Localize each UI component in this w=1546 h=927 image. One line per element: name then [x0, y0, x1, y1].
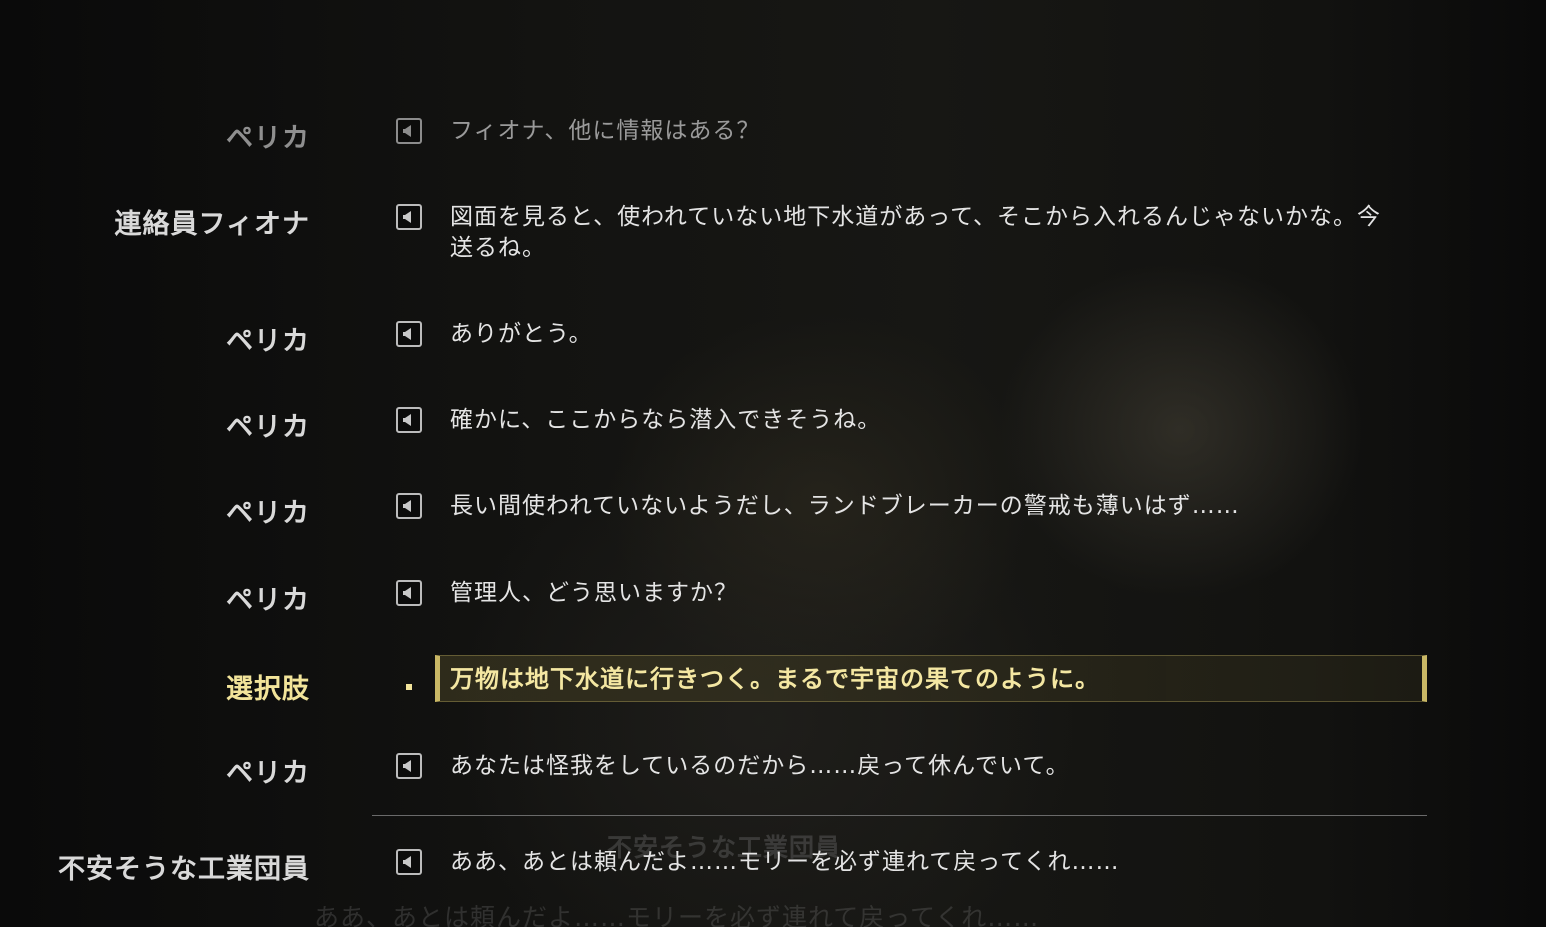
speaker-play-icon[interactable]: [396, 321, 422, 347]
speaker-play-icon[interactable]: [396, 753, 422, 779]
speaker-play-icon[interactable]: [396, 204, 422, 230]
current-line-divider: [372, 815, 1427, 816]
speaker-name: ペリカ: [226, 326, 310, 357]
speaker-play-icon[interactable]: [396, 580, 422, 606]
speaker-name: 不安そうな工業団員: [58, 854, 310, 885]
speaker-name: ペリカ: [226, 412, 310, 443]
speaker-play-icon[interactable]: [396, 493, 422, 519]
dialogue-log-screen: 不安そうな工業団員 ああ、あとは頼んだよ……モリーを必ず連れて戻ってくれ…… ペ…: [0, 0, 1546, 927]
speaker-name: ペリカ: [226, 498, 310, 529]
dialogue-line: ああ、あとは頼んだよ……モリーを必ず連れて戻ってくれ……: [450, 849, 1120, 875]
choice-label: 選択肢: [226, 674, 310, 705]
speaker-name: ペリカ: [226, 123, 310, 154]
dialogue-line: ありがとう。: [450, 321, 593, 347]
speaker-play-icon[interactable]: [396, 118, 422, 144]
speaker-name: ペリカ: [226, 585, 310, 616]
speaker-play-icon[interactable]: [396, 407, 422, 433]
speaker-name: 連絡員フィオナ: [114, 209, 310, 240]
dialogue-line: フィオナ、他に情報はある？: [450, 118, 761, 144]
dialogue-line: 図面を見ると、使われていない地下水道があって、そこから入れるんじゃないかな。今送…: [450, 204, 1381, 261]
selected-choice-text[interactable]: 万物は地下水道に行きつく。まるで宇宙の果てのように。: [450, 664, 1100, 695]
dialogue-line: 管理人、どう思いますか？: [450, 580, 738, 606]
speaker-play-icon[interactable]: [396, 849, 422, 875]
background-subtitle-line: ああ、あとは頼んだよ……モリーを必ず連れて戻ってくれ……: [314, 903, 1040, 927]
dialogue-line: 確かに、ここからなら潜入できそうね。: [450, 407, 882, 433]
bullet-square-icon: [406, 684, 412, 690]
dialogue-line: あなたは怪我をしているのだから……戻って休んでいて。: [450, 753, 1070, 779]
dialogue-line: 長い間使われていないようだし、ランドブレーカーの警戒も薄いはず……: [450, 493, 1240, 519]
speaker-name: ペリカ: [226, 758, 310, 789]
